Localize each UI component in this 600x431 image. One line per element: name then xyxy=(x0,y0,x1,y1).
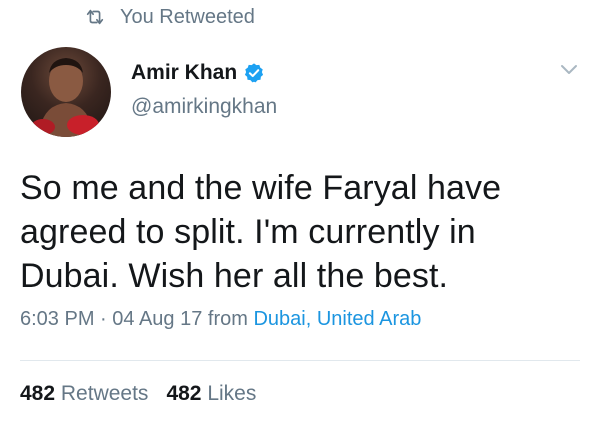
chevron-down-icon[interactable] xyxy=(560,64,578,76)
likes-label: Likes xyxy=(207,382,257,405)
tweet-meta: 6:03 PM · 04 Aug 17 from Dubai, United A… xyxy=(20,308,421,331)
tweet-timestamp[interactable]: 6:03 PM · 04 Aug 17 xyxy=(20,308,202,330)
verified-badge-icon xyxy=(245,63,264,83)
author-info: Amir Khan @amirkingkhan xyxy=(131,58,277,119)
retweets-count: 482 xyxy=(20,382,56,405)
tweet-stats: 482 Retweets 482 Likes xyxy=(20,382,256,406)
profile-photo xyxy=(31,58,99,137)
tweet-from-label: from xyxy=(207,308,248,330)
author-display-name[interactable]: Amir Khan xyxy=(131,61,237,85)
divider xyxy=(20,360,580,361)
retweet-context-label: You Retweeted xyxy=(120,5,255,28)
likes-count: 482 xyxy=(166,382,202,405)
retweets-stat[interactable]: 482 Retweets xyxy=(20,382,148,405)
retweet-icon xyxy=(86,9,104,25)
tweet-place-link[interactable]: Dubai, United Arab xyxy=(253,308,421,330)
tweet-text: So me and the wife Faryal have agreed to… xyxy=(20,169,502,295)
author-name-row[interactable]: Amir Khan xyxy=(131,58,277,88)
likes-stat[interactable]: 482 Likes xyxy=(166,382,256,405)
retweet-context: You Retweeted xyxy=(84,2,255,32)
retweets-label: Retweets xyxy=(60,382,149,405)
avatar[interactable] xyxy=(21,47,111,137)
author-handle[interactable]: @amirkingkhan xyxy=(131,95,277,119)
